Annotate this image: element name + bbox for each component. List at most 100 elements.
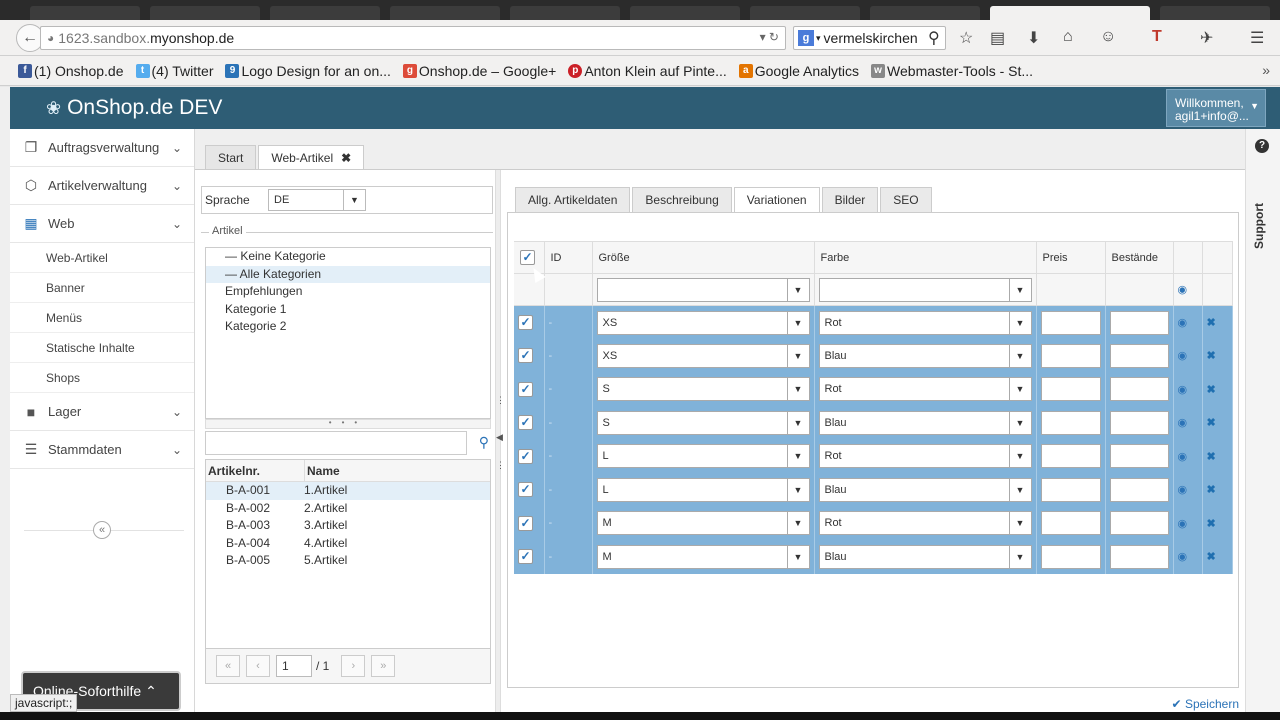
first-page-button[interactable]: « xyxy=(216,655,240,677)
bestaende-input[interactable] xyxy=(1109,477,1169,502)
table-row[interactable]: ✓ - S ▼ Rot ▼ ◉ ✖ xyxy=(514,372,1233,406)
delete-icon[interactable]: ✖ xyxy=(1207,551,1216,563)
row-checkbox[interactable]: ✓ xyxy=(518,549,533,565)
groesse-select[interactable]: S ▼ xyxy=(596,377,810,402)
extension-icon[interactable]: ☺ xyxy=(1100,28,1116,46)
category-item[interactable]: Kategorie 1 xyxy=(206,301,490,319)
bookmark-item[interactable]: a Google Analytics xyxy=(738,63,859,79)
delete-icon[interactable]: ✖ xyxy=(1207,417,1216,429)
search-bar[interactable]: g ▾ vermelskirchen xyxy=(793,26,946,50)
groesse-select[interactable]: XS ▼ xyxy=(596,343,810,368)
user-menu[interactable]: Willkommen, agil1+info@... ▼ xyxy=(1166,89,1266,127)
groesse-select[interactable]: M ▼ xyxy=(596,544,810,569)
delete-icon[interactable]: ✖ xyxy=(1207,518,1216,530)
groesse-select[interactable]: S ▼ xyxy=(596,410,810,435)
table-row[interactable]: ✓ - XS ▼ Rot ▼ ◉ ✖ xyxy=(514,305,1233,339)
table-row[interactable]: ✓ - M ▼ Rot ▼ ◉ ✖ xyxy=(514,506,1233,540)
bestaende-input[interactable] xyxy=(1109,410,1169,435)
sidebar-item-stammdaten[interactable]: ☰ Stammdaten ⌄ xyxy=(10,431,194,469)
farbe-filter-select[interactable]: ▼ xyxy=(818,277,1032,302)
camera-icon[interactable]: ◉ xyxy=(1178,518,1188,530)
farbe-select[interactable]: Blau ▼ xyxy=(818,343,1032,368)
camera-icon[interactable]: ◉ xyxy=(1178,417,1188,429)
preis-input[interactable] xyxy=(1040,343,1101,368)
search-icon[interactable]: ⚲ xyxy=(928,28,940,48)
translate-icon[interactable]: T xyxy=(1152,28,1162,46)
sidebar-subitem-shops[interactable]: Shops xyxy=(10,363,194,393)
select-all-checkbox[interactable]: ✓ xyxy=(520,250,535,265)
browser-tab[interactable] xyxy=(750,6,860,20)
farbe-select[interactable]: Blau ▼ xyxy=(818,477,1032,502)
camera-icon[interactable]: ◉ xyxy=(1178,284,1188,296)
bestaende-input[interactable] xyxy=(1109,511,1169,536)
preis-input[interactable] xyxy=(1040,477,1101,502)
horizontal-splitter[interactable]: ••• xyxy=(205,419,491,429)
groesse-select[interactable]: L ▼ xyxy=(596,444,810,469)
row-checkbox[interactable]: ✓ xyxy=(518,381,533,397)
tab-variationen[interactable]: Variationen xyxy=(733,187,820,212)
addon-icon[interactable]: ✈ xyxy=(1200,28,1213,48)
collapse-sidebar-button[interactable]: « xyxy=(93,521,111,539)
table-row[interactable]: B-A-001 1.Artikel xyxy=(206,482,490,500)
browser-tab[interactable] xyxy=(390,6,500,20)
tab-bilder[interactable]: Bilder xyxy=(821,187,879,212)
table-row[interactable]: ✓ - L ▼ Rot ▼ ◉ ✖ xyxy=(514,439,1233,473)
tab-beschreibung[interactable]: Beschreibung xyxy=(632,187,732,212)
table-row[interactable]: ✓ - M ▼ Blau ▼ ◉ ✖ xyxy=(514,540,1233,574)
search-input[interactable] xyxy=(205,431,467,455)
browser-tab[interactable] xyxy=(30,6,140,20)
browser-tab[interactable] xyxy=(870,6,980,20)
delete-icon[interactable]: ✖ xyxy=(1207,484,1216,496)
row-checkbox[interactable]: ✓ xyxy=(518,315,533,330)
sidebar-subitem-menues[interactable]: Menüs xyxy=(10,303,194,333)
category-item[interactable]: Kategorie 2 xyxy=(206,318,490,336)
table-row[interactable]: B-A-005 5.Artikel xyxy=(206,552,490,570)
row-checkbox[interactable]: ✓ xyxy=(518,482,533,498)
bookmarks-list-icon[interactable]: ▤ xyxy=(990,28,1005,48)
prev-page-button[interactable]: ‹ xyxy=(246,655,270,677)
browser-tab[interactable] xyxy=(630,6,740,20)
sidebar-subitem-banner[interactable]: Banner xyxy=(10,273,194,303)
table-row[interactable]: B-A-004 4.Artikel xyxy=(206,535,490,553)
close-icon[interactable]: ✖ xyxy=(341,151,351,165)
farbe-select[interactable]: Rot ▼ xyxy=(818,444,1032,469)
splitter-collapse-icon[interactable]: ◀ xyxy=(496,432,503,443)
farbe-select[interactable]: Blau ▼ xyxy=(818,544,1032,569)
sidebar-item-lager[interactable]: ■ Lager ⌄ xyxy=(10,393,194,431)
table-row[interactable]: ✓ - L ▼ Blau ▼ ◉ ✖ xyxy=(514,473,1233,507)
tab-allg-artikeldaten[interactable]: Allg. Artikeldaten xyxy=(515,187,631,212)
preis-input[interactable] xyxy=(1040,410,1101,435)
preis-input[interactable] xyxy=(1040,310,1101,335)
bookmark-item[interactable]: t (4) Twitter xyxy=(135,63,213,79)
url-controls[interactable]: ▾ ↻ xyxy=(760,30,779,44)
save-button[interactable]: ✔ Speichern xyxy=(1172,697,1239,711)
tab-start[interactable]: Start xyxy=(205,145,257,169)
sidebar-item-auftragsverwaltung[interactable]: ❐ Auftragsverwaltung ⌄ xyxy=(10,129,194,167)
bookmark-star-icon[interactable]: ☆ xyxy=(959,28,973,48)
home-icon[interactable]: ⌂ xyxy=(1063,28,1073,46)
camera-icon[interactable]: ◉ xyxy=(1178,484,1188,496)
bestaende-input[interactable] xyxy=(1109,310,1169,335)
table-row[interactable]: ✓ - XS ▼ Blau ▼ ◉ ✖ xyxy=(514,339,1233,373)
column-header-artikelnr[interactable]: Artikelnr. xyxy=(206,460,304,481)
search-icon[interactable]: ⚲ xyxy=(479,434,489,451)
column-header-groesse[interactable]: Größe xyxy=(592,241,815,274)
table-row[interactable]: ✓ - S ▼ Blau ▼ ◉ ✖ xyxy=(514,406,1233,440)
brand[interactable]: ❀ OnShop.de DEV xyxy=(46,96,222,120)
column-header-id[interactable]: ID xyxy=(544,241,593,274)
sidebar-item-web[interactable]: ▦ Web ⌄ xyxy=(10,205,194,243)
column-header-bestaende[interactable]: Bestände xyxy=(1105,241,1174,274)
row-checkbox[interactable]: ✓ xyxy=(518,348,533,364)
groesse-select[interactable]: XS ▼ xyxy=(596,310,810,335)
browser-tab[interactable] xyxy=(510,6,620,20)
bookmark-item[interactable]: f (1) Onshop.de xyxy=(18,63,124,79)
vertical-splitter[interactable]: ⋮ ◀ ⋮ xyxy=(495,170,505,720)
bookmark-item[interactable]: 9 Logo Design for an on... xyxy=(225,63,391,79)
delete-icon[interactable]: ✖ xyxy=(1207,317,1216,329)
browser-tab[interactable] xyxy=(1160,6,1270,20)
browser-tab-active[interactable] xyxy=(990,6,1150,20)
tab-seo[interactable]: SEO xyxy=(880,187,932,212)
bookmark-item[interactable]: p Anton Klein auf Pinte... xyxy=(568,63,727,79)
groesse-select[interactable]: M ▼ xyxy=(596,511,810,536)
download-icon[interactable]: ⬇ xyxy=(1027,28,1040,48)
